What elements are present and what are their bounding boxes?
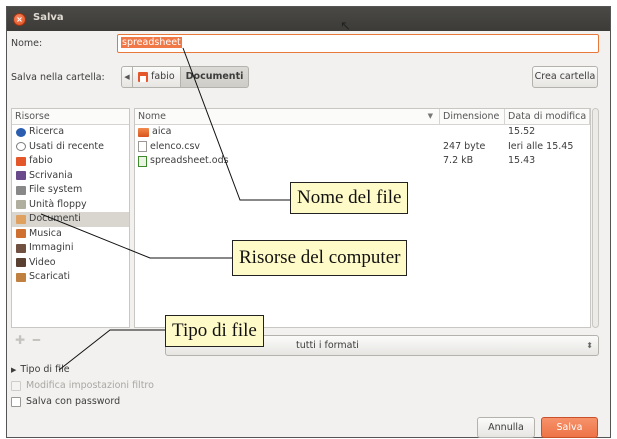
downloads-folder-icon [16, 272, 26, 282]
drive-icon [16, 185, 26, 195]
name-label: Nome: [11, 38, 43, 49]
file-name: spreadsheet.ods [150, 155, 229, 166]
callout-file-type: Tipo di file [165, 315, 264, 347]
column-header-size[interactable]: Dimensione [440, 109, 505, 124]
sidebar-item-desktop[interactable]: Scrivania [12, 169, 129, 184]
save-button[interactable]: Salva [541, 417, 598, 438]
floppy-icon [16, 200, 26, 210]
checkbox-box[interactable] [11, 396, 21, 407]
sidebar-item-floppy[interactable]: Unità floppy [12, 198, 129, 213]
window-title: Salva [33, 12, 64, 23]
places-tools: ✚ ━ [15, 333, 40, 347]
create-folder-button[interactable]: Crea cartella [532, 66, 598, 88]
sidebar-item-label: Documenti [29, 213, 81, 224]
sidebar-item-label: Unità floppy [29, 198, 87, 210]
folder-icon [138, 127, 149, 137]
add-place-icon[interactable]: ✚ [15, 333, 25, 347]
path-button-home[interactable]: fabio [133, 66, 181, 88]
spreadsheet-file-icon [138, 155, 147, 167]
modify-filter-checkbox[interactable]: Modifica impostazioni filtro [11, 380, 154, 391]
sidebar-item-label: Immagini [29, 242, 74, 253]
sidebar-item-label: Video [29, 256, 56, 268]
table-row[interactable]: elenco.csv 247 byte Ieri alle 15.45 [135, 140, 590, 155]
callout-file-name: Nome del file [290, 182, 409, 214]
sidebar-item-home[interactable]: fabio [12, 154, 129, 169]
sidebar-item-pictures[interactable]: Immagini [12, 241, 129, 256]
sidebar-item-label: Musica [29, 227, 62, 239]
video-folder-icon [16, 258, 26, 268]
home-folder-icon [16, 156, 26, 166]
table-row[interactable]: spreadsheet.ods 7.2 kB 15.43 [135, 154, 590, 169]
sidebar-item-label: Scaricati [29, 271, 71, 282]
file-type-expander[interactable]: ▶ Tipo di file [11, 364, 70, 375]
sidebar-item-filesystem[interactable]: File system [12, 183, 129, 198]
clock-icon [16, 142, 26, 152]
column-header-date[interactable]: Data di modifica [505, 109, 590, 124]
title-bar[interactable]: × Salva [7, 7, 610, 31]
file-name-value[interactable]: spreadsheet [121, 37, 182, 48]
file-name: elenco.csv [150, 140, 201, 152]
sidebar-item-label: fabio [29, 155, 53, 166]
modify-filter-label: Modifica impostazioni filtro [26, 380, 154, 391]
checkbox-box[interactable] [11, 380, 21, 391]
sidebar-item-label: Usati di recente [29, 140, 104, 152]
file-date: Ieri alle 15.45 [508, 140, 574, 152]
column-name-label: Nome [138, 111, 167, 122]
sidebar-item-label: File system [29, 184, 83, 195]
save-with-password-checkbox[interactable]: Salva con password [11, 396, 120, 407]
expander-arrow-icon: ▶ [11, 365, 17, 374]
file-size: 247 byte [443, 140, 486, 152]
combo-arrows-icon: ⬍ [586, 341, 593, 350]
home-icon [138, 72, 148, 82]
search-icon [16, 127, 26, 137]
table-row[interactable]: aica 15.52 [135, 125, 590, 140]
save-folder-label: Salva nella cartella: [11, 72, 105, 83]
path-back-arrow-icon[interactable]: ◀ [121, 66, 133, 88]
file-list-scrollbar[interactable] [592, 108, 599, 328]
places-header: Risorse [12, 109, 129, 125]
path-documents-label: Documenti [185, 71, 244, 82]
file-size: 7.2 kB [443, 155, 474, 166]
places-panel: Risorse Ricerca Usati di recente fabio S… [11, 108, 130, 328]
file-name-input[interactable]: spreadsheet [117, 34, 599, 53]
file-name: aica [152, 126, 172, 137]
file-size [440, 125, 505, 140]
pictures-folder-icon [16, 243, 26, 253]
file-list: Nome ▼ Dimensione Data di modifica aica 1… [134, 108, 591, 328]
sidebar-item-music[interactable]: Musica [12, 227, 129, 242]
file-type-expander-label: Tipo di file [20, 364, 70, 375]
mouse-pointer-icon: ↖ [340, 19, 351, 34]
save-with-password-label: Salva con password [26, 396, 121, 407]
filter-value: tutti i formati [296, 340, 359, 351]
text-file-icon [138, 141, 147, 153]
sidebar-item-documents[interactable]: Documenti [12, 212, 129, 227]
sort-down-icon: ▼ [427, 112, 433, 120]
remove-place-icon[interactable]: ━ [33, 333, 40, 347]
callout-computer-resources: Risorse del computer [232, 240, 408, 276]
music-folder-icon [16, 229, 26, 239]
file-date: 15.52 [508, 126, 536, 137]
file-list-header: Nome ▼ Dimensione Data di modifica [135, 109, 590, 125]
sidebar-item-search[interactable]: Ricerca [12, 125, 129, 140]
documents-folder-icon [16, 214, 26, 224]
close-icon[interactable]: × [13, 13, 26, 26]
desktop-icon [16, 171, 26, 181]
cancel-button[interactable]: Annulla [477, 417, 535, 438]
sidebar-item-downloads[interactable]: Scaricati [12, 270, 129, 285]
sidebar-item-video[interactable]: Video [12, 256, 129, 271]
path-home-label: fabio [151, 71, 175, 82]
path-button-documents[interactable]: Documenti [180, 66, 250, 88]
sidebar-item-label: Ricerca [29, 126, 65, 137]
column-header-name[interactable]: Nome ▼ [135, 109, 440, 124]
sidebar-item-recent[interactable]: Usati di recente [12, 140, 129, 155]
file-date: 15.43 [508, 155, 536, 166]
sidebar-item-label: Scrivania [29, 169, 73, 181]
path-bar: ◀ fabio Documenti [121, 66, 250, 88]
